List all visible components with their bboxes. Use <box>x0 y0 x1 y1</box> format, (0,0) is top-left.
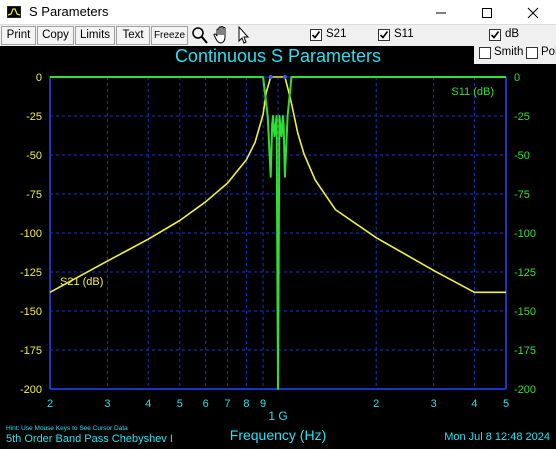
x-tick-label: 5 <box>503 398 509 410</box>
band-edge-marker <box>282 75 287 79</box>
x-center-tick-label: 1 G <box>268 409 288 423</box>
s-parameters-window: S Parameters Print Copy Limits Text Free… <box>0 0 556 449</box>
x-tick-label: 4 <box>471 398 477 410</box>
hint-text: Hint: Use Mouse Keys to See Cursor Data <box>6 425 128 432</box>
y-tick-label-left: -100 <box>20 228 42 240</box>
x-tick-label: 7 <box>224 398 230 410</box>
y-tick-label-right: -175 <box>514 345 536 357</box>
y-tick-label-right: -125 <box>514 267 536 279</box>
y-tick-label-left: -50 <box>26 150 42 162</box>
timestamp: Mon Jul 8 12:48 2024 <box>444 431 550 443</box>
s21-legend-label: S21 (dB) <box>60 276 103 288</box>
x-tick-label: 6 <box>203 398 209 410</box>
y-tick-label-right: -50 <box>514 150 530 162</box>
y-tick-label-left: -200 <box>20 384 42 396</box>
filter-description: 5th Order Band Pass Chebyshev I <box>6 433 173 445</box>
y-tick-label-left: -125 <box>20 267 42 279</box>
y-tick-label-right: -25 <box>514 111 530 123</box>
y-tick-label-right: -100 <box>514 228 536 240</box>
x-tick-label: 2 <box>47 398 53 410</box>
x-tick-label: 3 <box>104 398 110 410</box>
y-tick-label-right: -200 <box>514 384 536 396</box>
x-tick-label: 4 <box>145 398 151 410</box>
x-tick-label: 8 <box>243 398 249 410</box>
y-tick-label-left: -175 <box>20 345 42 357</box>
y-tick-label-left: -75 <box>26 189 42 201</box>
s11-legend-label: S11 (dB) <box>451 86 494 98</box>
band-edge-marker <box>268 75 273 79</box>
y-tick-label-left: 0 <box>36 72 42 84</box>
x-tick-label: 3 <box>431 398 437 410</box>
y-tick-label-right: -75 <box>514 189 530 201</box>
y-tick-label-left: -25 <box>26 111 42 123</box>
s-parameter-plot[interactable]: 0 0 -25 -25 -50 -50 -75 -75 -100 -100 -125 -125 -150… <box>0 0 556 449</box>
x-axis-label: Frequency (Hz) <box>229 427 327 443</box>
y-tick-label-right: 0 <box>514 72 520 84</box>
x-tick-label: 5 <box>177 398 183 410</box>
y-tick-label-right: -150 <box>514 306 536 318</box>
x-tick-label: 2 <box>373 398 379 410</box>
y-tick-label-left: -150 <box>20 306 42 318</box>
